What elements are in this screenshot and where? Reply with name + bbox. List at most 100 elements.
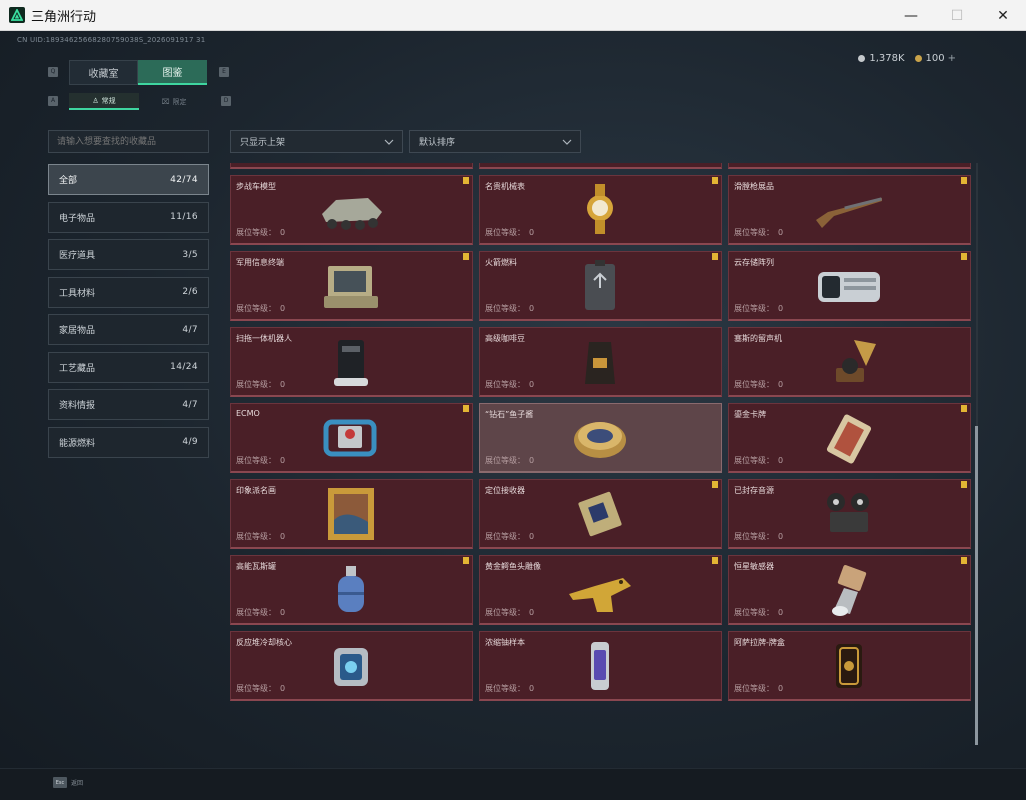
gas-tank-icon <box>338 566 364 612</box>
category-energy[interactable]: 能源燃料 4/9 <box>48 426 209 458</box>
collection-item-card[interactable]: 扫拖一体机器人 展位等级： 0 <box>230 327 473 397</box>
collection-item-card[interactable]: ECMO 展位等级： 0 <box>230 403 473 473</box>
level-label: 展位等级： <box>485 304 525 313</box>
silver-coin-icon <box>858 54 866 62</box>
new-badge-icon <box>961 253 967 260</box>
collection-item-card[interactable]: 高级咖啡豆 展位等级： 0 <box>479 327 722 397</box>
collection-item-card[interactable]: “钻石”鱼子酱 展位等级： 0 <box>479 403 722 473</box>
level-value: 0 <box>778 684 784 693</box>
close-button[interactable]: ✕ <box>980 0 1026 31</box>
add-currency-icon[interactable]: + <box>948 53 956 64</box>
film-projector-icon <box>827 493 869 532</box>
collection-item-card[interactable]: 定位接收器 展位等级： 0 <box>479 479 722 549</box>
esc-key-icon: Esc <box>53 777 67 788</box>
item-name: 印象派名画 <box>236 486 276 495</box>
game-area: CN UID:18934625668280759038S_2026091917 … <box>0 31 1026 800</box>
level-value: 0 <box>778 228 784 237</box>
level-value: 0 <box>529 228 535 237</box>
card-box-icon <box>836 644 862 688</box>
level-value: 0 <box>280 228 286 237</box>
collection-item-card[interactable]: 反应堆冷却核心 展位等级： 0 <box>230 631 473 701</box>
item-level: 展位等级： 0 <box>236 455 285 466</box>
chevron-down-icon <box>384 139 394 145</box>
level-value: 0 <box>529 456 535 465</box>
item-name: 黄金鳄鱼头雕像 <box>485 562 541 571</box>
level-label: 展位等级： <box>236 456 276 465</box>
level-label: 展位等级： <box>734 532 774 541</box>
item-level: 展位等级： 0 <box>236 683 285 694</box>
level-value: 0 <box>280 608 286 617</box>
tab-collection-room[interactable]: 收藏室 <box>69 60 138 85</box>
collection-item-card[interactable]: 展位等级：0 <box>728 163 971 169</box>
new-badge-icon <box>712 481 718 488</box>
minimize-button[interactable]: — <box>888 0 934 31</box>
collection-item-card[interactable]: 阿萨拉牌-牌盒 展位等级： 0 <box>728 631 971 701</box>
collection-item-card[interactable]: 高能瓦斯罐 展位等级： 0 <box>230 555 473 625</box>
category-all[interactable]: 全部 42/74 <box>48 164 209 195</box>
collection-item-card[interactable]: 恒星敏感器展位等级： 0 <box>728 555 971 625</box>
collection-item-card[interactable]: 军用信息终端 展位等级： 0 <box>230 251 473 321</box>
item-level: 展位等级： 0 <box>734 379 783 390</box>
uranium-sample-icon <box>591 642 609 690</box>
category-label: 医疗道具 <box>59 251 96 261</box>
sort-dropdown[interactable]: 默认排序 <box>409 130 581 153</box>
level-value: 0 <box>529 608 535 617</box>
collection-item-card[interactable]: 鎏金卡牌 展位等级： 0 <box>728 403 971 473</box>
level-value: 0 <box>280 456 286 465</box>
shelf-filter-dropdown[interactable]: 只显示上架 <box>230 130 403 153</box>
collection-item-card[interactable]: 滑膛枪展品 展位等级： 0 <box>728 175 971 245</box>
item-name: 阿萨拉牌-牌盒 <box>734 638 785 647</box>
ifv-model-icon <box>322 198 382 230</box>
limited-icon: ⌧ <box>161 97 170 106</box>
new-badge-icon <box>712 557 718 564</box>
level-value: 0 <box>280 304 286 313</box>
category-household[interactable]: 家居物品 4/7 <box>48 314 209 345</box>
item-name: 定位接收器 <box>485 486 525 495</box>
scrollbar-thumb[interactable] <box>975 426 978 745</box>
subtab-limited[interactable]: ⌧ 限定 <box>139 93 209 110</box>
category-intel[interactable]: 资料情报 4/7 <box>48 389 209 420</box>
category-tools[interactable]: 工具材料 2/6 <box>48 276 209 308</box>
level-value: 0 <box>529 304 535 313</box>
tab-catalog[interactable]: 图鉴 <box>138 60 207 85</box>
item-name: 浓缩铀样本 <box>485 638 525 647</box>
collection-item-card[interactable]: 浓缩铀样本 展位等级： 0 <box>479 631 722 701</box>
category-count: 4/7 <box>182 324 198 335</box>
storage-array-icon <box>818 272 880 302</box>
item-name: 反应堆冷却核心 <box>236 638 292 647</box>
subtab-regular[interactable]: ♙ 常规 <box>69 93 139 110</box>
app-logo-icon <box>9 7 25 23</box>
new-badge-icon <box>712 253 718 260</box>
item-level: 展位等级： 0 <box>734 303 783 314</box>
collection-item-card[interactable]: 展位等级：0 <box>479 163 722 169</box>
level-label: 展位等级： <box>485 608 525 617</box>
back-button[interactable]: Esc 返回 <box>53 777 83 788</box>
collection-item-card[interactable]: 印象派名画 展位等级： 0 <box>230 479 473 549</box>
gold-currency[interactable]: 100 + <box>914 53 956 64</box>
level-label: 展位等级： <box>734 456 774 465</box>
item-level: 展位等级： 0 <box>734 607 783 618</box>
item-level: 展位等级： 0 <box>734 683 783 694</box>
category-electronics[interactable]: 电子物品 11/16 <box>48 201 209 233</box>
category-count: 14/24 <box>170 362 198 372</box>
maximize-button[interactable]: ☐ <box>934 0 980 31</box>
collection-item-card[interactable]: 火箭燃料 展位等级： 0 <box>479 251 722 321</box>
level-label: 展位等级： <box>734 608 774 617</box>
collection-item-card[interactable]: 已封存音源 展位等级： 0 <box>728 479 971 549</box>
level-label: 展位等级： <box>485 532 525 541</box>
category-count: 4/7 <box>182 399 198 410</box>
search-input[interactable] <box>48 130 209 153</box>
category-crafts[interactable]: 工艺藏品 14/24 <box>48 351 209 383</box>
new-badge-icon <box>463 253 469 260</box>
collection-item-card[interactable]: 黄金鳄鱼头雕像 展位等级： 0 <box>479 555 722 625</box>
collection-item-card[interactable]: 塞斯的留声机 展位等级： 0 <box>728 327 971 397</box>
subtab-limited-label: 限定 <box>172 97 187 106</box>
collection-item-card[interactable]: 展位等级：0 <box>230 163 473 169</box>
reactor-core-icon <box>334 648 368 686</box>
collection-item-card[interactable]: 步战车模型 展位等级： 0 <box>230 175 473 245</box>
category-medical[interactable]: 医疗道具 3/5 <box>48 239 209 270</box>
item-name: 云存储阵列 <box>734 258 774 267</box>
collection-item-card[interactable]: 云存储阵列展位等级： 0 <box>728 251 971 321</box>
item-name: 恒星敏感器 <box>734 562 774 571</box>
collection-item-card[interactable]: 名贵机械表 展位等级： 0 <box>479 175 722 245</box>
